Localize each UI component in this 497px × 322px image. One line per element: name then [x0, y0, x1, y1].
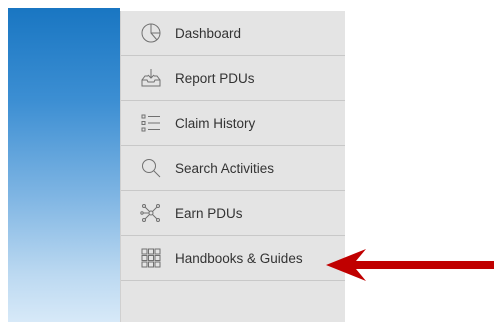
pie-chart-icon — [137, 19, 165, 47]
list-icon — [137, 109, 165, 137]
sidebar-item-label: Search Activities — [175, 160, 275, 176]
sidebar-item-dashboard[interactable]: Dashboard — [121, 11, 345, 56]
sidebar-item-search-activities[interactable]: Search Activities — [121, 146, 345, 191]
sidebar-item-handbooks-guides[interactable]: Handbooks & Guides — [121, 236, 345, 281]
search-icon — [137, 154, 165, 182]
sidebar-item-label: Dashboard — [175, 25, 242, 41]
sidebar-item-label: Claim History — [175, 115, 256, 131]
sidebar-item-report-pdus[interactable]: Report PDUs — [121, 56, 345, 101]
tray-download-icon — [137, 64, 165, 92]
grid-icon — [137, 244, 165, 272]
sidebar-item-label: Handbooks & Guides — [175, 250, 303, 266]
red-arrow-icon — [326, 249, 494, 281]
sidebar-item-label: Earn PDUs — [175, 205, 243, 221]
sidebar-item-earn-pdus[interactable]: Earn PDUs — [121, 191, 345, 236]
network-nodes-icon — [137, 199, 165, 227]
sidebar-nav: Dashboard Report PDUs Claim History Sear… — [120, 11, 345, 322]
sidebar-item-label: Report PDUs — [175, 70, 255, 86]
blue-gradient-panel — [8, 8, 120, 322]
sidebar-item-claim-history[interactable]: Claim History — [121, 101, 345, 146]
